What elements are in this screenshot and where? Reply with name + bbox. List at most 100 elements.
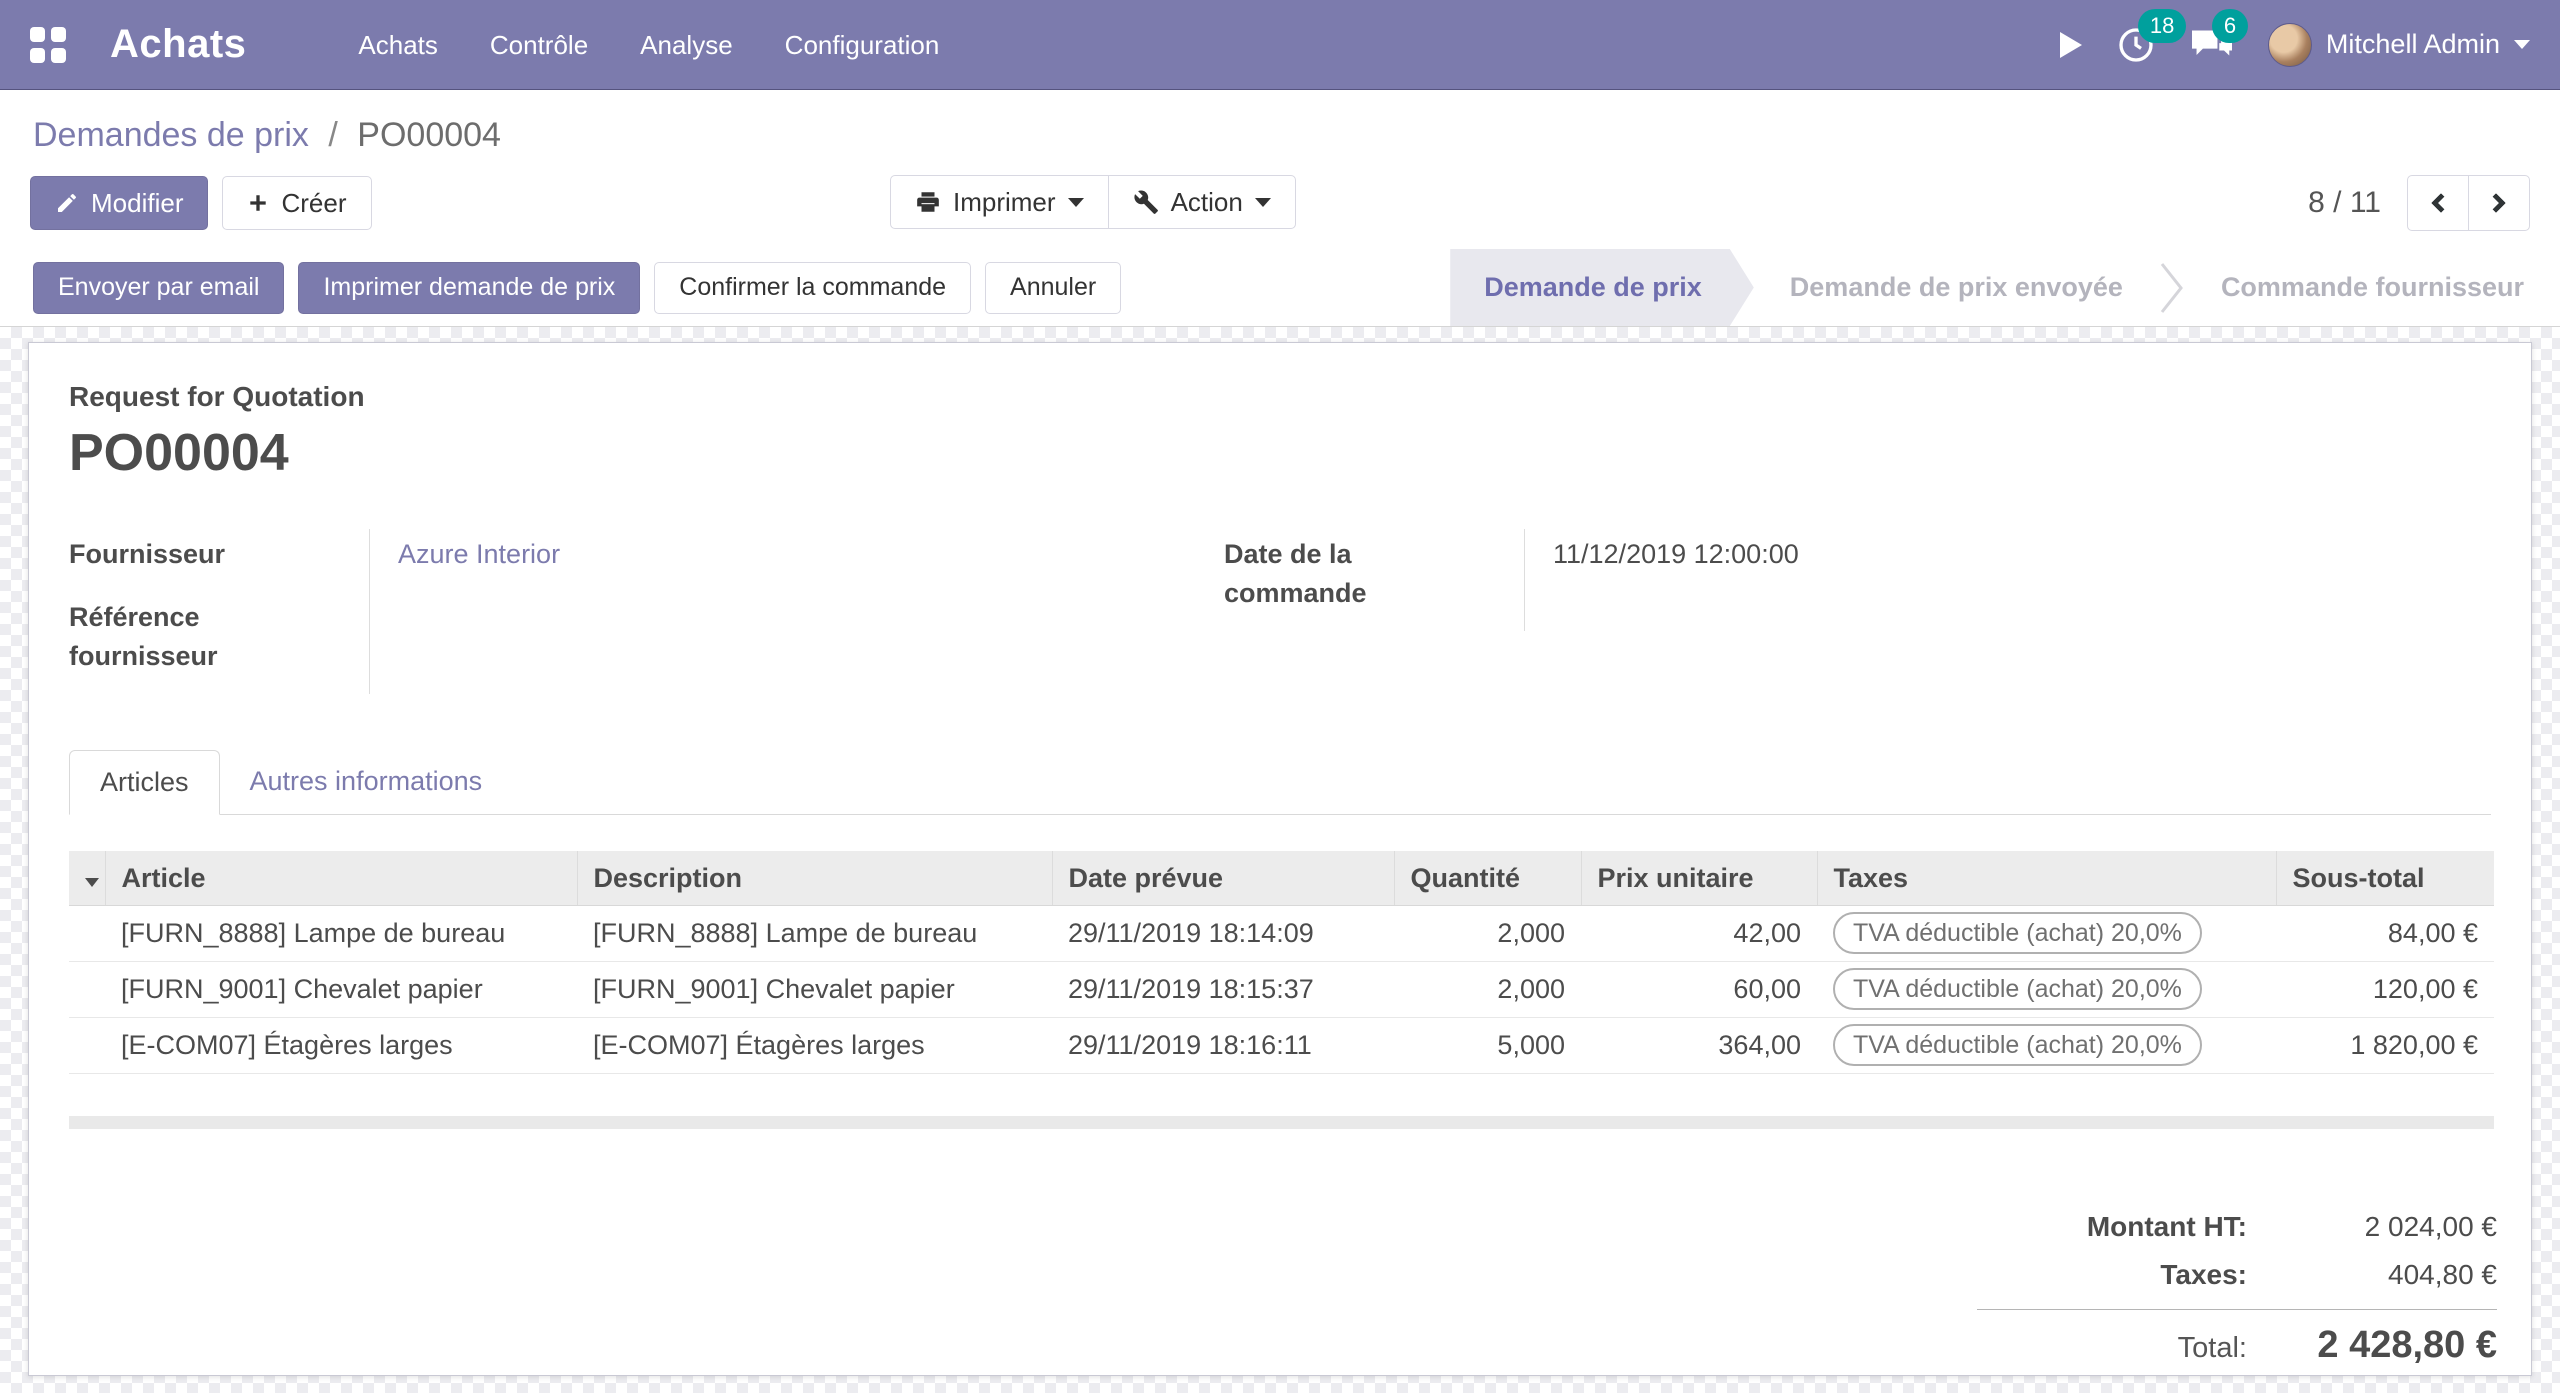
edit-button[interactable]: Modifier	[30, 176, 208, 230]
play-tour-button[interactable]	[2060, 32, 2082, 58]
column-header-description[interactable]: Description	[577, 851, 1052, 905]
tab-articles[interactable]: Articles	[69, 750, 220, 815]
cell-price[interactable]: 364,00	[1581, 1017, 1817, 1073]
statusbar-buttons: Envoyer par email Imprimer demande de pri…	[33, 262, 1121, 314]
untaxed-amount-value: 2 024,00 €	[2247, 1211, 2497, 1243]
document-subtitle: Request for Quotation	[69, 381, 2491, 413]
statusbar-states: Demande de prixDemande de prix envoyée Co…	[1450, 249, 2560, 326]
cell-subtotal[interactable]: 120,00 €	[2276, 961, 2494, 1017]
breadcrumb-parent-link[interactable]: Demandes de prix	[33, 116, 309, 154]
pager-previous-button[interactable]	[2407, 175, 2469, 231]
cell-subtotal[interactable]: 1 820,00 €	[2276, 1017, 2494, 1073]
cell-tax[interactable]: TVA déductible (achat) 20,0%	[1817, 1017, 2276, 1073]
table-row[interactable]: [FURN_8888] Lampe de bureau[FURN_8888] L…	[69, 905, 2494, 961]
top-navbar: Achats AchatsContrôleAnalyseConfiguratio…	[0, 0, 2560, 90]
control-panel: Demandes de prix / PO00004 Modifier Crée…	[0, 90, 2560, 231]
state-chevron-separator-icon	[2159, 249, 2185, 326]
chevron-down-icon	[1068, 198, 1084, 207]
nav-menu-analyse[interactable]: Analyse	[618, 0, 755, 90]
create-button[interactable]: Créer	[222, 176, 371, 230]
notebook-tabs: ArticlesAutres informations	[69, 750, 2491, 815]
cell-tax[interactable]: TVA déductible (achat) 20,0%	[1817, 905, 2276, 961]
user-name: Mitchell Admin	[2326, 29, 2500, 60]
message-count-badge: 6	[2212, 9, 2248, 43]
cell-description[interactable]: [FURN_8888] Lampe de bureau	[577, 905, 1052, 961]
chevron-left-icon	[2431, 193, 2451, 213]
annuler-button[interactable]: Annuler	[985, 262, 1121, 314]
cell-date[interactable]: 29/11/2019 18:14:09	[1052, 905, 1394, 961]
total-value: 2 428,80 €	[2247, 1324, 2497, 1367]
untaxed-amount-label: Montant HT:	[2087, 1211, 2247, 1243]
apps-grid-icon[interactable]	[30, 27, 66, 63]
status-step-commande-fournisseur[interactable]: Commande fournisseur	[2185, 249, 2560, 326]
cell-qty[interactable]: 2,000	[1394, 905, 1581, 961]
column-header-article[interactable]: Article	[105, 851, 577, 905]
pager-next-button[interactable]	[2468, 175, 2530, 231]
chevron-down-icon	[2514, 40, 2530, 49]
action-dropdown-button[interactable]: Action	[1108, 175, 1296, 229]
pager-value: 8 / 11	[2308, 186, 2381, 220]
nav-menu-achats[interactable]: Achats	[336, 0, 460, 90]
imprimer-demande-de-prix-button[interactable]: Imprimer demande de prix	[298, 262, 640, 314]
vendor-ref-value	[369, 592, 1224, 694]
row-handle-cell[interactable]	[69, 961, 105, 1017]
chevron-down-icon	[1255, 198, 1271, 207]
status-step-demande-de-prix-envoyee[interactable]: Demande de prix envoyée	[1754, 249, 2159, 326]
cell-price[interactable]: 42,00	[1581, 905, 1817, 961]
taxes-value: 404,80 €	[2247, 1259, 2497, 1291]
cell-date[interactable]: 29/11/2019 18:16:11	[1052, 1017, 1394, 1073]
statusbar: Envoyer par email Imprimer demande de pri…	[0, 249, 2560, 327]
column-header-prix-unitaire[interactable]: Prix unitaire	[1581, 851, 1817, 905]
cell-description[interactable]: [E-COM07] Étagères larges	[577, 1017, 1052, 1073]
tax-tag: TVA déductible (achat) 20,0%	[1833, 968, 2202, 1010]
nav-menu-controle[interactable]: Contrôle	[468, 0, 610, 90]
taxes-label: Taxes:	[2160, 1259, 2247, 1291]
field-group-right: Date de la commande 11/12/2019 12:00:00	[1224, 529, 2491, 631]
print-action-group: Imprimer Action	[890, 175, 1296, 229]
confirmer-la-commande-button[interactable]: Confirmer la commande	[654, 262, 971, 314]
cell-article[interactable]: [FURN_8888] Lampe de bureau	[105, 905, 577, 961]
table-header-row: ArticleDescriptionDate prévueQuantitéPri…	[69, 851, 2494, 905]
app-brand[interactable]: Achats	[110, 22, 246, 67]
column-header-quantite[interactable]: Quantité	[1394, 851, 1581, 905]
activities-button[interactable]: 18	[2116, 25, 2156, 65]
wrench-icon	[1133, 189, 1159, 215]
envoyer-par-email-button[interactable]: Envoyer par email	[33, 262, 284, 314]
cell-tax[interactable]: TVA déductible (achat) 20,0%	[1817, 961, 2276, 1017]
play-icon	[2060, 32, 2082, 58]
cell-date[interactable]: 29/11/2019 18:15:37	[1052, 961, 1394, 1017]
row-handle-header[interactable]	[69, 851, 105, 905]
cell-article[interactable]: [E-COM07] Étagères larges	[105, 1017, 577, 1073]
tax-tag: TVA déductible (achat) 20,0%	[1833, 912, 2202, 954]
row-handle-cell[interactable]	[69, 1017, 105, 1073]
cell-description[interactable]: [FURN_9001] Chevalet papier	[577, 961, 1052, 1017]
document-title: PO00004	[69, 423, 2491, 483]
user-menu[interactable]: Mitchell Admin	[2268, 23, 2530, 67]
table-row[interactable]: [E-COM07] Étagères larges[E-COM07] Étagè…	[69, 1017, 2494, 1073]
cell-price[interactable]: 60,00	[1581, 961, 1817, 1017]
breadcrumb: Demandes de prix / PO00004	[33, 116, 2530, 155]
column-header-sous-total[interactable]: Sous-total	[2276, 851, 2494, 905]
messages-button[interactable]: 6	[2190, 25, 2234, 65]
cell-qty[interactable]: 2,000	[1394, 961, 1581, 1017]
cell-article[interactable]: [FURN_9001] Chevalet papier	[105, 961, 577, 1017]
cell-subtotal[interactable]: 84,00 €	[2276, 905, 2494, 961]
nav-menu-configuration[interactable]: Configuration	[763, 0, 962, 90]
table-row[interactable]: [FURN_9001] Chevalet papier[FURN_9001] C…	[69, 961, 2494, 1017]
breadcrumb-current: PO00004	[357, 116, 501, 154]
chevron-right-icon	[2486, 193, 2506, 213]
tab-autres-informations[interactable]: Autres informations	[220, 750, 513, 815]
print-dropdown-button[interactable]: Imprimer	[890, 175, 1109, 229]
column-header-date-prevue[interactable]: Date prévue	[1052, 851, 1394, 905]
vendor-value-link[interactable]: Azure Interior	[398, 539, 560, 569]
cell-qty[interactable]: 5,000	[1394, 1017, 1581, 1073]
form-view-background: Request for Quotation PO00004 Fournisseu…	[0, 327, 2560, 1393]
status-step-demande-de-prix[interactable]: Demande de prix	[1450, 249, 1754, 326]
table-footer-bar	[69, 1116, 2494, 1129]
plus-icon	[247, 192, 269, 214]
printer-icon	[915, 189, 941, 215]
control-buttons-row: Modifier Créer Imprimer Action	[30, 175, 2530, 231]
row-handle-cell[interactable]	[69, 905, 105, 961]
nav-menu: AchatsContrôleAnalyseConfiguration	[336, 0, 961, 90]
column-header-taxes[interactable]: Taxes	[1817, 851, 2276, 905]
